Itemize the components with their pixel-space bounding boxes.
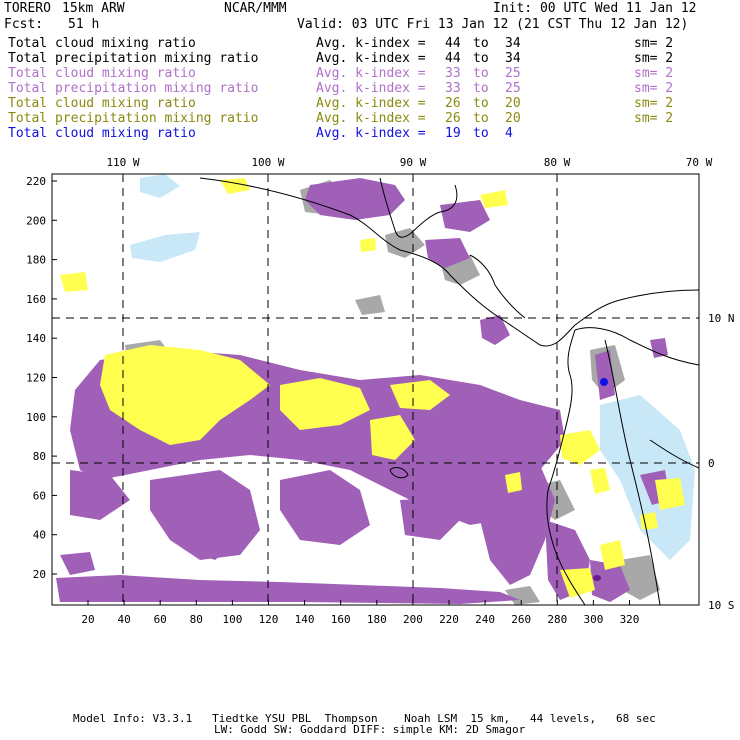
field-shading bbox=[56, 174, 695, 605]
x-tick-label: 320 bbox=[620, 613, 640, 626]
y-tick-label: 60 bbox=[33, 489, 46, 502]
y-tick-label: 200 bbox=[26, 214, 46, 227]
latitude-label: 0 bbox=[708, 457, 715, 470]
longitude-label: 70 W bbox=[686, 156, 713, 169]
cloud-yellow bbox=[560, 430, 600, 465]
cloud-purple bbox=[56, 575, 520, 604]
x-tick-label: 240 bbox=[475, 613, 495, 626]
y-tick-label: 160 bbox=[26, 293, 46, 306]
cloud-purple bbox=[480, 315, 510, 345]
cloud-lightblue bbox=[130, 232, 200, 262]
cloud-lightblue bbox=[140, 174, 180, 198]
footer-physics-info: LW: Godd SW: Goddard DIFF: simple KM: 2D… bbox=[214, 723, 526, 736]
cloud-blue bbox=[600, 378, 608, 386]
cloud-gray bbox=[620, 555, 660, 600]
cloud-yellow bbox=[60, 272, 88, 292]
cloud-purple bbox=[650, 338, 668, 358]
cloud-purple bbox=[70, 470, 130, 520]
y-tick-label: 140 bbox=[26, 332, 46, 345]
cloud-yellow bbox=[220, 178, 250, 194]
y-tick-label: 220 bbox=[26, 175, 46, 188]
y-tick-label: 100 bbox=[26, 411, 46, 424]
cloud-purple bbox=[60, 552, 95, 575]
cloud-purple bbox=[280, 470, 370, 545]
x-tick-label: 260 bbox=[511, 613, 531, 626]
y-tick-label: 40 bbox=[33, 529, 46, 542]
latitude-label: 10 S bbox=[708, 599, 735, 612]
cloud-purple bbox=[440, 200, 490, 232]
x-tick-label: 100 bbox=[222, 613, 242, 626]
y-tick-label: 120 bbox=[26, 372, 46, 385]
x-tick-label: 220 bbox=[439, 613, 459, 626]
longitude-label: 80 W bbox=[544, 156, 571, 169]
x-tick-label: 300 bbox=[583, 613, 603, 626]
longitude-label: 110 W bbox=[106, 156, 139, 169]
y-tick-label: 20 bbox=[33, 568, 46, 581]
y-tick-label: 180 bbox=[26, 254, 46, 267]
x-tick-label: 40 bbox=[117, 613, 130, 626]
cloud-dark-purple bbox=[593, 575, 601, 581]
map-panel: 110 W 100 W 90 W 80 W 70 W 10 N 0 10 S 20 40 60 80 1… bbox=[26, 156, 735, 626]
x-tick-label: 200 bbox=[403, 613, 423, 626]
x-tick-label: 80 bbox=[190, 613, 203, 626]
border-honduras bbox=[469, 254, 526, 319]
cloud-gray bbox=[355, 295, 385, 315]
x-tick-label: 140 bbox=[295, 613, 315, 626]
x-tick-label: 160 bbox=[331, 613, 351, 626]
longitude-label: 90 W bbox=[400, 156, 427, 169]
cloud-gray bbox=[385, 228, 425, 258]
cloud-yellow bbox=[480, 190, 508, 208]
x-tick-label: 120 bbox=[259, 613, 279, 626]
cloud-yellow bbox=[655, 478, 685, 510]
y-tick-label: 80 bbox=[33, 450, 46, 463]
latitude-label: 10 N bbox=[708, 312, 735, 325]
x-tick-label: 180 bbox=[367, 613, 387, 626]
cloud-yellow bbox=[505, 472, 522, 493]
x-tick-label: 60 bbox=[154, 613, 167, 626]
cloud-yellow bbox=[590, 468, 610, 494]
x-tick-label: 280 bbox=[547, 613, 567, 626]
cloud-yellow bbox=[360, 238, 376, 252]
cloud-gray bbox=[505, 586, 540, 605]
longitude-label: 100 W bbox=[251, 156, 284, 169]
x-tick-label: 20 bbox=[81, 613, 94, 626]
